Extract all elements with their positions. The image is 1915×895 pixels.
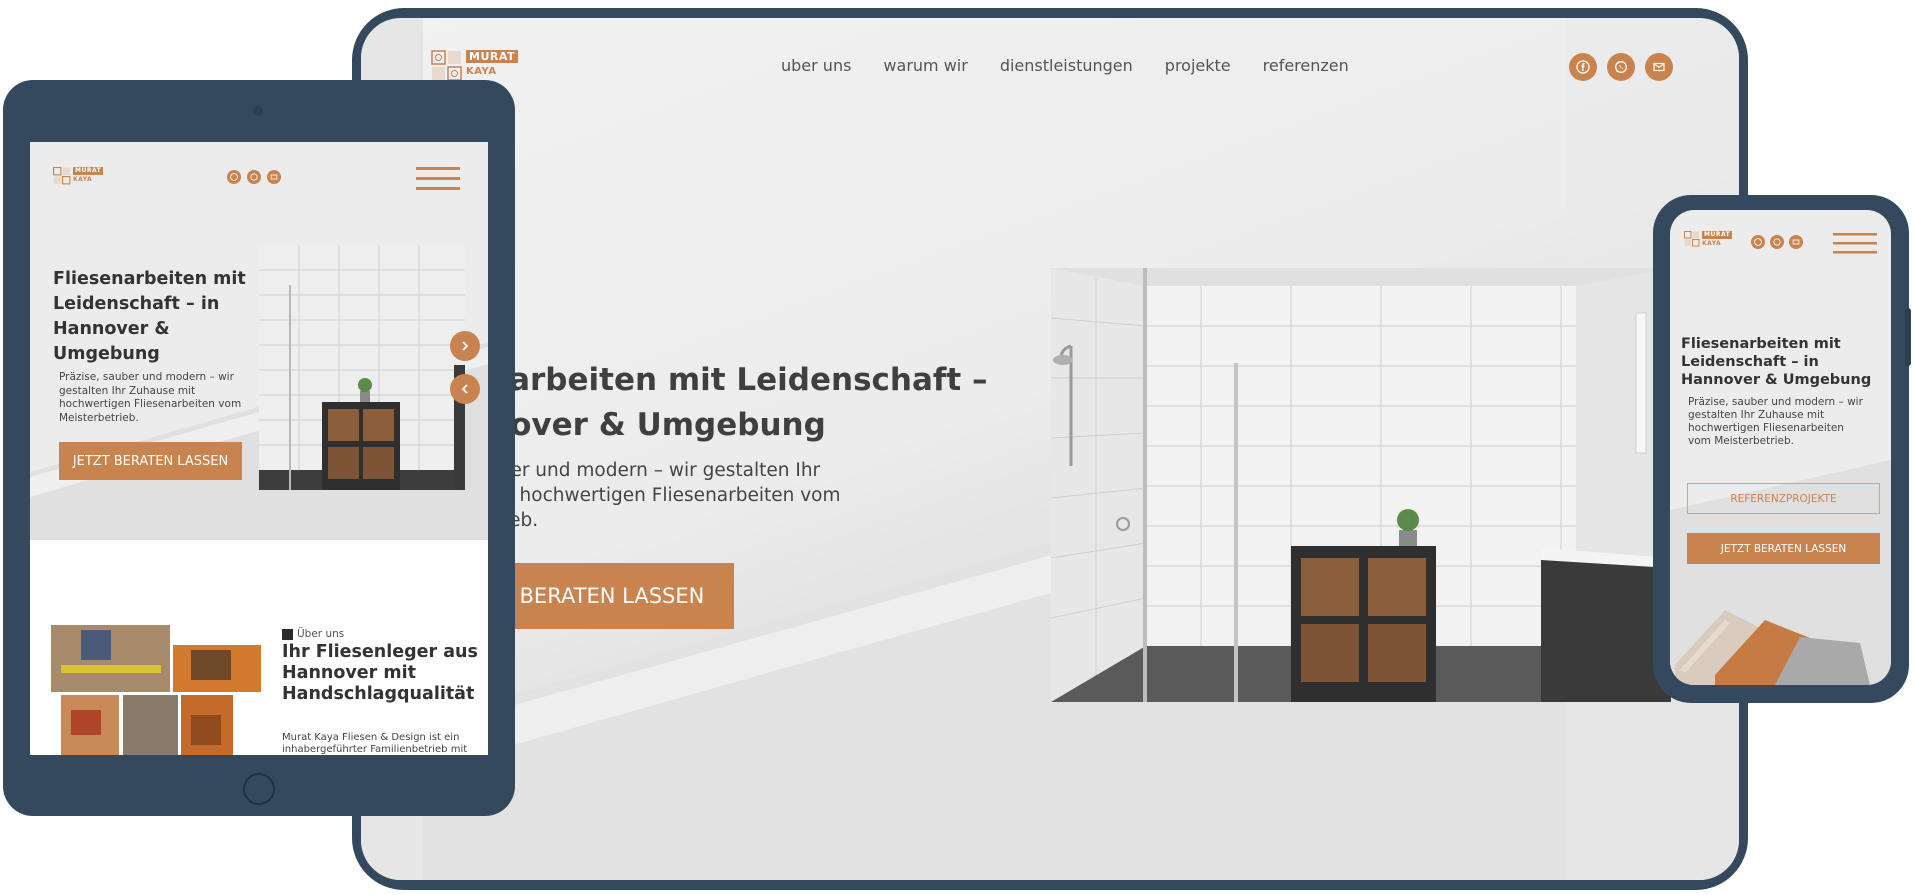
about-title: Ihr Fliesenleger aus Hannover mit Handsc…: [282, 642, 478, 704]
hamburger-menu-icon[interactable]: [416, 166, 460, 192]
tablet-social-links: [227, 170, 281, 184]
logo-text-kaya: KAYA: [73, 176, 93, 183]
bathroom-photo: [1051, 268, 1671, 702]
about-eyebrow: Über uns: [282, 628, 344, 640]
nav-item-warum-wir[interactable]: warum wir: [883, 56, 967, 75]
hero-title-line-1: enarbeiten mit Leidenschaft –: [466, 362, 988, 398]
whatsapp-icon[interactable]: [247, 170, 261, 184]
about-photo-collage: [51, 625, 261, 755]
social-links: [1569, 53, 1673, 81]
tablet-screen: MURAT KAYA Fliesenarbeiten mit Leidensch…: [30, 142, 488, 755]
desktop-screen: MURAT KAYA uber uns warum wir dienstleis…: [361, 18, 1739, 880]
hero-text-line-1: sauber und modern – wir gestalten Ihr: [466, 460, 821, 481]
facebook-icon[interactable]: [1751, 235, 1765, 249]
slider-prev-button[interactable]: [450, 374, 480, 404]
logo-mark-icon: [1684, 231, 1700, 247]
logo-text-kaya: KAYA: [1702, 240, 1722, 247]
tablet-consultation-button[interactable]: JETZT BERATEN LASSEN: [59, 442, 242, 480]
phone-social-links: [1751, 235, 1803, 249]
tablet-brand-logo[interactable]: MURAT KAYA: [53, 167, 104, 185]
about-square-icon: [282, 628, 293, 640]
hamburger-menu-icon[interactable]: [1833, 232, 1877, 256]
hero-text-line-2: e mit hochwertigen Fliesenarbeiten vom: [466, 485, 841, 506]
tablet-bathroom-photo: [259, 245, 465, 490]
phone-brand-logo[interactable]: MURAT KAYA: [1684, 231, 1733, 247]
slider-next-button[interactable]: [450, 331, 480, 361]
email-icon[interactable]: [1645, 53, 1673, 81]
reference-projects-button[interactable]: REFERENZPROJEKTE: [1687, 483, 1880, 514]
nav-item-projekte[interactable]: projekte: [1165, 56, 1231, 75]
tablet-camera: [253, 106, 263, 116]
phone-hero-title: Fliesenarbeiten mit Leidenschaft – in Ha…: [1681, 336, 1872, 388]
nav-item-dienstleistungen[interactable]: dienstleistungen: [1000, 56, 1133, 75]
nav-item-referenzen[interactable]: referenzen: [1263, 56, 1349, 75]
chevron-left-icon: [461, 384, 468, 394]
about-text: Murat Kaya Fliesen & Design ist ein inha…: [282, 732, 468, 755]
logo-text-kaya: KAYA: [466, 66, 497, 77]
hero-text: sauber und modern – wir gestalten Ihr e …: [466, 458, 936, 533]
hero-title: enarbeiten mit Leidenschaft – nnover & U…: [466, 358, 1026, 448]
tablet-hero-title: Fliesenarbeiten mit Leidenschaft – in Ha…: [53, 269, 246, 364]
logo-text-murat: MURAT: [73, 167, 104, 175]
logo-text-murat: MURAT: [1702, 231, 1733, 239]
logo-mark-icon: [431, 50, 462, 81]
email-icon[interactable]: [267, 170, 281, 184]
chevron-right-icon: [462, 341, 469, 351]
whatsapp-icon[interactable]: [1607, 53, 1635, 81]
whatsapp-icon[interactable]: [1770, 235, 1784, 249]
facebook-icon[interactable]: [227, 170, 241, 184]
phone-consultation-button[interactable]: JETZT BERATEN LASSEN: [1687, 533, 1880, 564]
email-icon[interactable]: [1789, 235, 1803, 249]
brand-logo[interactable]: MURAT KAYA: [431, 50, 519, 82]
tile-samples-image: [1675, 610, 1870, 685]
main-navigation: uber uns warum wir dienstleistungen proj…: [781, 56, 1349, 75]
logo-text-murat: MURAT: [466, 50, 519, 63]
logo-mark-icon: [53, 167, 71, 185]
hero-title-line-2: nnover & Umgebung: [466, 407, 826, 443]
nav-item-uber-uns[interactable]: uber uns: [781, 56, 851, 75]
phone-side-button: [1905, 308, 1911, 366]
phone-hero-text: Präzise, sauber und modern – wir gestalt…: [1688, 396, 1863, 447]
tablet-hero-text: Präzise, sauber und modern – wir gestalt…: [59, 371, 242, 424]
tablet-home-button: [243, 773, 275, 805]
facebook-icon[interactable]: [1569, 53, 1597, 81]
phone-screen: MURAT KAYA Fliesenarbeiten mit Leidensch…: [1670, 210, 1891, 685]
hero-text-line-3: betrieb.: [466, 508, 936, 533]
about-eyebrow-label: Über uns: [297, 628, 345, 640]
